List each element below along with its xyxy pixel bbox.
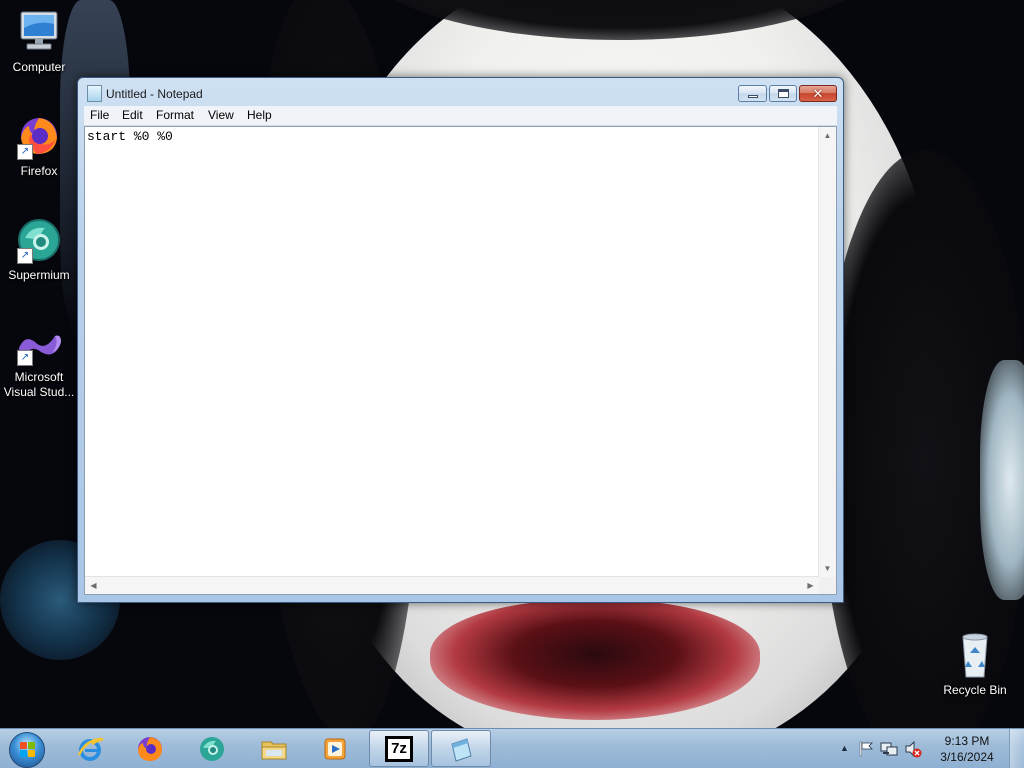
- scroll-left-icon[interactable]: ◀: [85, 577, 102, 594]
- notepad-window[interactable]: Untitled - Notepad ✕ File Edit Format Vi…: [77, 77, 844, 603]
- supermium-icon: ↗: [15, 216, 63, 264]
- desktop-icon-recycle-bin[interactable]: Recycle Bin: [937, 631, 1013, 698]
- minimize-icon: [748, 95, 758, 98]
- visual-studio-icon: ↗: [15, 328, 63, 366]
- recycle-bin-icon: [951, 631, 999, 679]
- show-hidden-icons-button[interactable]: ▲: [840, 743, 849, 753]
- clock-time: 9:13 PM: [944, 734, 990, 748]
- 7zip-icon: 7z: [385, 736, 413, 762]
- size-grip[interactable]: [819, 577, 836, 594]
- desktop: Computer ↗ Firefox ↗ Supermium ↗ Microso…: [0, 0, 1024, 728]
- firefox-icon: ↗: [15, 112, 63, 160]
- desktop-icon-label: Recycle Bin: [943, 683, 1007, 697]
- volume-muted-icon[interactable]: [904, 740, 922, 758]
- desktop-icon-computer[interactable]: Computer: [1, 8, 77, 75]
- taskbar-file-explorer[interactable]: [246, 730, 302, 767]
- taskbar-7zip[interactable]: 7z: [369, 730, 429, 767]
- window-title: Untitled - Notepad: [106, 87, 203, 101]
- text-editor[interactable]: start %0 %0 ▲ ▼ ◀ ▶: [84, 126, 837, 595]
- start-button[interactable]: [6, 731, 46, 768]
- scroll-right-icon[interactable]: ▶: [802, 577, 819, 594]
- wallpaper-shape: [980, 360, 1024, 600]
- maximize-button[interactable]: [769, 85, 797, 102]
- network-icon[interactable]: [880, 740, 898, 758]
- menu-edit[interactable]: Edit: [116, 108, 149, 122]
- windows-flag-icon: [20, 742, 36, 758]
- menu-bar: File Edit Format View Help: [84, 106, 837, 126]
- horizontal-scrollbar[interactable]: ◀ ▶: [85, 576, 819, 594]
- desktop-icon-label: Computer: [12, 60, 66, 74]
- supermium-icon: [200, 737, 224, 761]
- scroll-up-icon[interactable]: ▲: [819, 127, 836, 144]
- system-tray: ▲ 9:13 PM 3/16/2024: [834, 729, 1024, 769]
- desktop-icon-firefox[interactable]: ↗ Firefox: [1, 112, 77, 179]
- maximize-icon: [778, 89, 789, 98]
- menu-help[interactable]: Help: [241, 108, 278, 122]
- taskbar-media-player[interactable]: [307, 730, 363, 767]
- computer-icon: [15, 8, 63, 56]
- scroll-down-icon[interactable]: ▼: [819, 560, 836, 577]
- desktop-icon-supermium[interactable]: ↗ Supermium: [1, 216, 77, 283]
- close-icon: ✕: [812, 86, 824, 101]
- windows-orb-icon: [9, 732, 45, 768]
- window-titlebar[interactable]: Untitled - Notepad ✕: [78, 78, 843, 106]
- menu-file[interactable]: File: [84, 108, 115, 122]
- internet-explorer-icon: [77, 737, 104, 761]
- clock[interactable]: 9:13 PM 3/16/2024: [932, 733, 1002, 765]
- editor-content[interactable]: start %0 %0: [87, 129, 173, 144]
- taskbar-firefox[interactable]: [122, 730, 178, 767]
- vertical-scrollbar[interactable]: ▲ ▼: [818, 127, 836, 577]
- taskbar-supermium[interactable]: [184, 730, 240, 767]
- wallpaper-shape: [430, 600, 760, 720]
- taskbar-notepad[interactable]: [431, 730, 491, 767]
- shortcut-arrow-icon: ↗: [17, 144, 33, 160]
- close-button[interactable]: ✕: [799, 85, 837, 102]
- desktop-icon-label: Microsoft Visual Stud...: [3, 370, 75, 399]
- taskbar-internet-explorer[interactable]: [62, 730, 118, 767]
- minimize-button[interactable]: [738, 85, 767, 102]
- notepad-icon: [451, 738, 472, 762]
- desktop-icon-label: Supermium: [8, 268, 70, 282]
- taskbar: 7z ▲ 9:13 PM 3/16/2024: [0, 728, 1024, 768]
- 7zip-label: 7z: [388, 739, 410, 759]
- menu-view[interactable]: View: [202, 108, 240, 122]
- notepad-icon: [87, 85, 102, 102]
- menu-format[interactable]: Format: [150, 108, 200, 122]
- shortcut-arrow-icon: ↗: [17, 350, 33, 366]
- firefox-icon: [138, 737, 162, 761]
- clock-date: 3/16/2024: [940, 750, 994, 764]
- action-center-flag-icon[interactable]: [858, 741, 874, 757]
- shortcut-arrow-icon: ↗: [17, 248, 33, 264]
- folder-icon: [261, 741, 287, 760]
- media-player-icon: [324, 738, 346, 760]
- desktop-icon-label: Firefox: [20, 164, 58, 178]
- show-desktop-button[interactable]: [1009, 729, 1024, 768]
- desktop-icon-visual-studio[interactable]: ↗ Microsoft Visual Stud...: [1, 328, 77, 400]
